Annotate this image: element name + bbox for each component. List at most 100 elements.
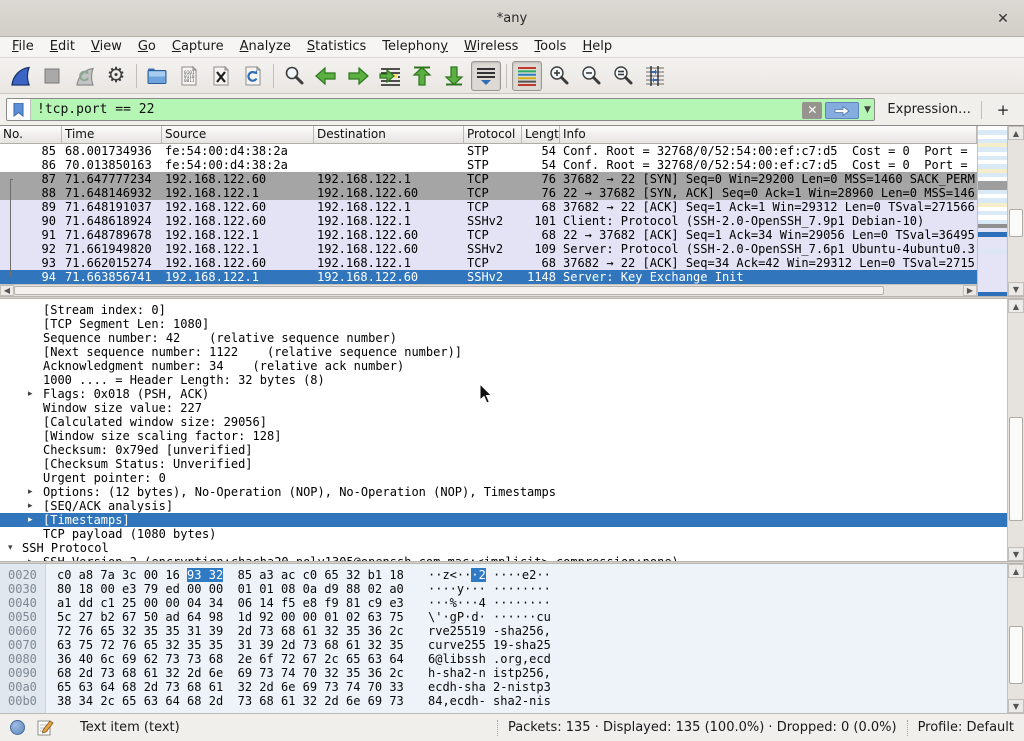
open-file-button[interactable] (142, 61, 172, 91)
filter-apply-button[interactable] (825, 102, 859, 119)
detail-line[interactable]: Acknowledgment number: 34 (relative ack … (0, 359, 1007, 373)
zoom-in-button[interactable] (544, 61, 574, 91)
colorize-button[interactable] (512, 61, 542, 91)
collapsed-arrow-icon[interactable]: ▸ (28, 485, 33, 499)
detail-line[interactable]: Sequence number: 42 (relative sequence n… (0, 331, 1007, 345)
hex-row-00a0[interactable]: 00a065 63 64 68 2d 73 68 61 32 2d 6e 69 … (0, 680, 1007, 694)
filter-dropdown-button[interactable]: ▼ (860, 99, 874, 120)
hex-row-0030[interactable]: 003080 18 00 e3 79 ed 00 00 01 01 08 0a … (0, 582, 1007, 596)
hex-dump[interactable]: 0020c0 a8 7a 3c 00 16 93 32 85 a3 ac c0 … (0, 568, 1007, 708)
detail-line[interactable]: Checksum: 0x79ed [unverified] (0, 443, 1007, 457)
profile-text[interactable]: Profile: Default (918, 720, 1014, 735)
packet-list-vscrollbar[interactable]: ▲ ▼ (1007, 126, 1024, 296)
packet-list-hscrollbar[interactable]: ◀ ▶ (0, 284, 977, 296)
detail-line[interactable]: ▾SSH Protocol (0, 541, 1007, 555)
column-header-length[interactable]: Length (522, 126, 560, 143)
details-vscrollbar[interactable]: ▲ ▼ (1007, 299, 1024, 561)
packet-list-header[interactable]: No.TimeSourceDestinationProtocolLengthIn… (0, 126, 977, 144)
go-last-button[interactable] (439, 61, 469, 91)
column-header-no[interactable]: No. (0, 126, 62, 143)
go-forward-button[interactable] (343, 61, 373, 91)
menu-analyze[interactable]: Analyze (232, 37, 299, 58)
display-filter-input[interactable]: !tcp.port == 22 (31, 99, 800, 120)
hex-row-00b0[interactable]: 00b038 34 2c 65 63 64 68 2d 73 68 61 32 … (0, 694, 1007, 708)
collapsed-arrow-icon[interactable]: ▸ (28, 513, 33, 527)
vscroll-thumb[interactable] (1009, 626, 1023, 684)
go-to-packet-button[interactable] (375, 61, 405, 91)
scroll-up-button[interactable]: ▲ (1008, 126, 1024, 140)
intelligent-scrollbar-minimap[interactable] (977, 126, 1007, 296)
menu-go[interactable]: Go (130, 37, 164, 58)
stop-capture-button[interactable] (37, 61, 67, 91)
scroll-down-button[interactable]: ▼ (1008, 282, 1024, 296)
find-packet-button[interactable] (279, 61, 309, 91)
column-header-time[interactable]: Time (62, 126, 162, 143)
collapsed-arrow-icon[interactable]: ▸ (28, 499, 33, 513)
detail-line[interactable]: [Stream index: 0] (0, 303, 1007, 317)
menu-edit[interactable]: Edit (42, 37, 83, 58)
detail-line[interactable]: [Window size scaling factor: 128] (0, 429, 1007, 443)
add-filter-button[interactable]: + (992, 101, 1014, 119)
menu-statistics[interactable]: Statistics (299, 37, 374, 58)
menu-file[interactable]: File (4, 37, 42, 58)
column-header-destination[interactable]: Destination (314, 126, 464, 143)
scroll-up-button[interactable]: ▲ (1008, 564, 1024, 578)
expert-info-button[interactable] (10, 720, 25, 735)
packet-row-86[interactable]: 8670.013850163fe:54:00:d4:38:2aSTP54Conf… (0, 158, 977, 172)
detail-line[interactable]: ▸Options: (12 bytes), No-Operation (NOP)… (0, 485, 1007, 499)
restart-capture-button[interactable] (69, 61, 99, 91)
vscroll-thumb[interactable] (1009, 417, 1023, 521)
collapsed-arrow-icon[interactable]: ▸ (28, 387, 33, 401)
menu-help[interactable]: Help (574, 37, 620, 58)
hex-row-0090[interactable]: 009068 2d 73 68 61 32 2d 6e 69 73 74 70 … (0, 666, 1007, 680)
close-file-button[interactable] (206, 61, 236, 91)
close-window-button[interactable]: ✕ (992, 8, 1014, 30)
packet-row-88[interactable]: 8871.648146932192.168.122.1192.168.122.6… (0, 186, 977, 200)
packet-row-89[interactable]: 8971.648191037192.168.122.60192.168.122.… (0, 200, 977, 214)
column-header-source[interactable]: Source (162, 126, 314, 143)
scroll-down-button[interactable]: ▼ (1008, 547, 1024, 561)
packet-row-87[interactable]: 8771.647777234192.168.122.60192.168.122.… (0, 172, 977, 186)
detail-line[interactable]: 1000 .... = Header Length: 32 bytes (8) (0, 373, 1007, 387)
column-header-info[interactable]: Info (560, 126, 977, 143)
expression-button[interactable]: Expression… (887, 102, 971, 117)
capture-comment-button[interactable] (37, 719, 54, 736)
detail-line[interactable]: Urgent pointer: 0 (0, 471, 1007, 485)
zoom-reset-button[interactable] (608, 61, 638, 91)
hex-row-0080[interactable]: 008036 40 6c 69 62 73 73 68 2e 6f 72 67 … (0, 652, 1007, 666)
column-header-protocol[interactable]: Protocol (464, 126, 522, 143)
packet-row-85[interactable]: 8568.001734936fe:54:00:d4:38:2aSTP54Conf… (0, 144, 977, 158)
menu-telephony[interactable]: Telephony (374, 37, 456, 58)
hex-row-0070[interactable]: 007063 75 72 76 65 32 35 35 31 39 2d 73 … (0, 638, 1007, 652)
packet-row-94[interactable]: 9471.663856741192.168.122.1192.168.122.6… (0, 270, 977, 284)
packet-row-91[interactable]: 9171.648789678192.168.122.1192.168.122.6… (0, 228, 977, 242)
filter-clear-button[interactable]: ✕ (802, 102, 822, 119)
detail-line[interactable]: Window size value: 227 (0, 401, 1007, 415)
hex-row-0040[interactable]: 0040a1 dd c1 25 00 00 04 34 06 14 f5 e8 … (0, 596, 1007, 610)
packet-row-90[interactable]: 9071.648618924192.168.122.60192.168.122.… (0, 214, 977, 228)
capture-options-button[interactable]: ⚙ (101, 61, 131, 91)
menu-capture[interactable]: Capture (164, 37, 232, 58)
detail-line[interactable]: [Next sequence number: 1122 (relative se… (0, 345, 1007, 359)
detail-line[interactable]: ▸Flags: 0x018 (PSH, ACK) (0, 387, 1007, 401)
title-bar[interactable]: *any ✕ (0, 0, 1024, 37)
scroll-down-button[interactable]: ▼ (1008, 699, 1024, 713)
start-capture-button[interactable] (5, 61, 35, 91)
detail-line[interactable]: [Calculated window size: 29056] (0, 415, 1007, 429)
resize-columns-button[interactable] (640, 61, 670, 91)
scroll-left-button[interactable]: ◀ (0, 285, 14, 296)
go-back-button[interactable] (311, 61, 341, 91)
detail-line[interactable]: TCP payload (1080 bytes) (0, 527, 1007, 541)
scroll-up-button[interactable]: ▲ (1008, 299, 1024, 313)
detail-line[interactable]: [TCP Segment Len: 1080] (0, 317, 1007, 331)
detail-line[interactable]: ▸[SEQ/ACK analysis] (0, 499, 1007, 513)
zoom-out-button[interactable] (576, 61, 606, 91)
hex-row-0050[interactable]: 00505c 27 b2 67 50 ad 64 98 1d 92 00 00 … (0, 610, 1007, 624)
hex-row-0020[interactable]: 0020c0 a8 7a 3c 00 16 93 32 85 a3 ac c0 … (0, 568, 1007, 582)
menu-wireless[interactable]: Wireless (456, 37, 526, 58)
scroll-right-button[interactable]: ▶ (963, 285, 977, 296)
hex-row-0060[interactable]: 006072 76 65 32 35 35 31 39 2d 73 68 61 … (0, 624, 1007, 638)
menu-view[interactable]: View (83, 37, 130, 58)
hscroll-thumb[interactable] (14, 286, 884, 295)
packet-row-92[interactable]: 9271.661949820192.168.122.1192.168.122.6… (0, 242, 977, 256)
